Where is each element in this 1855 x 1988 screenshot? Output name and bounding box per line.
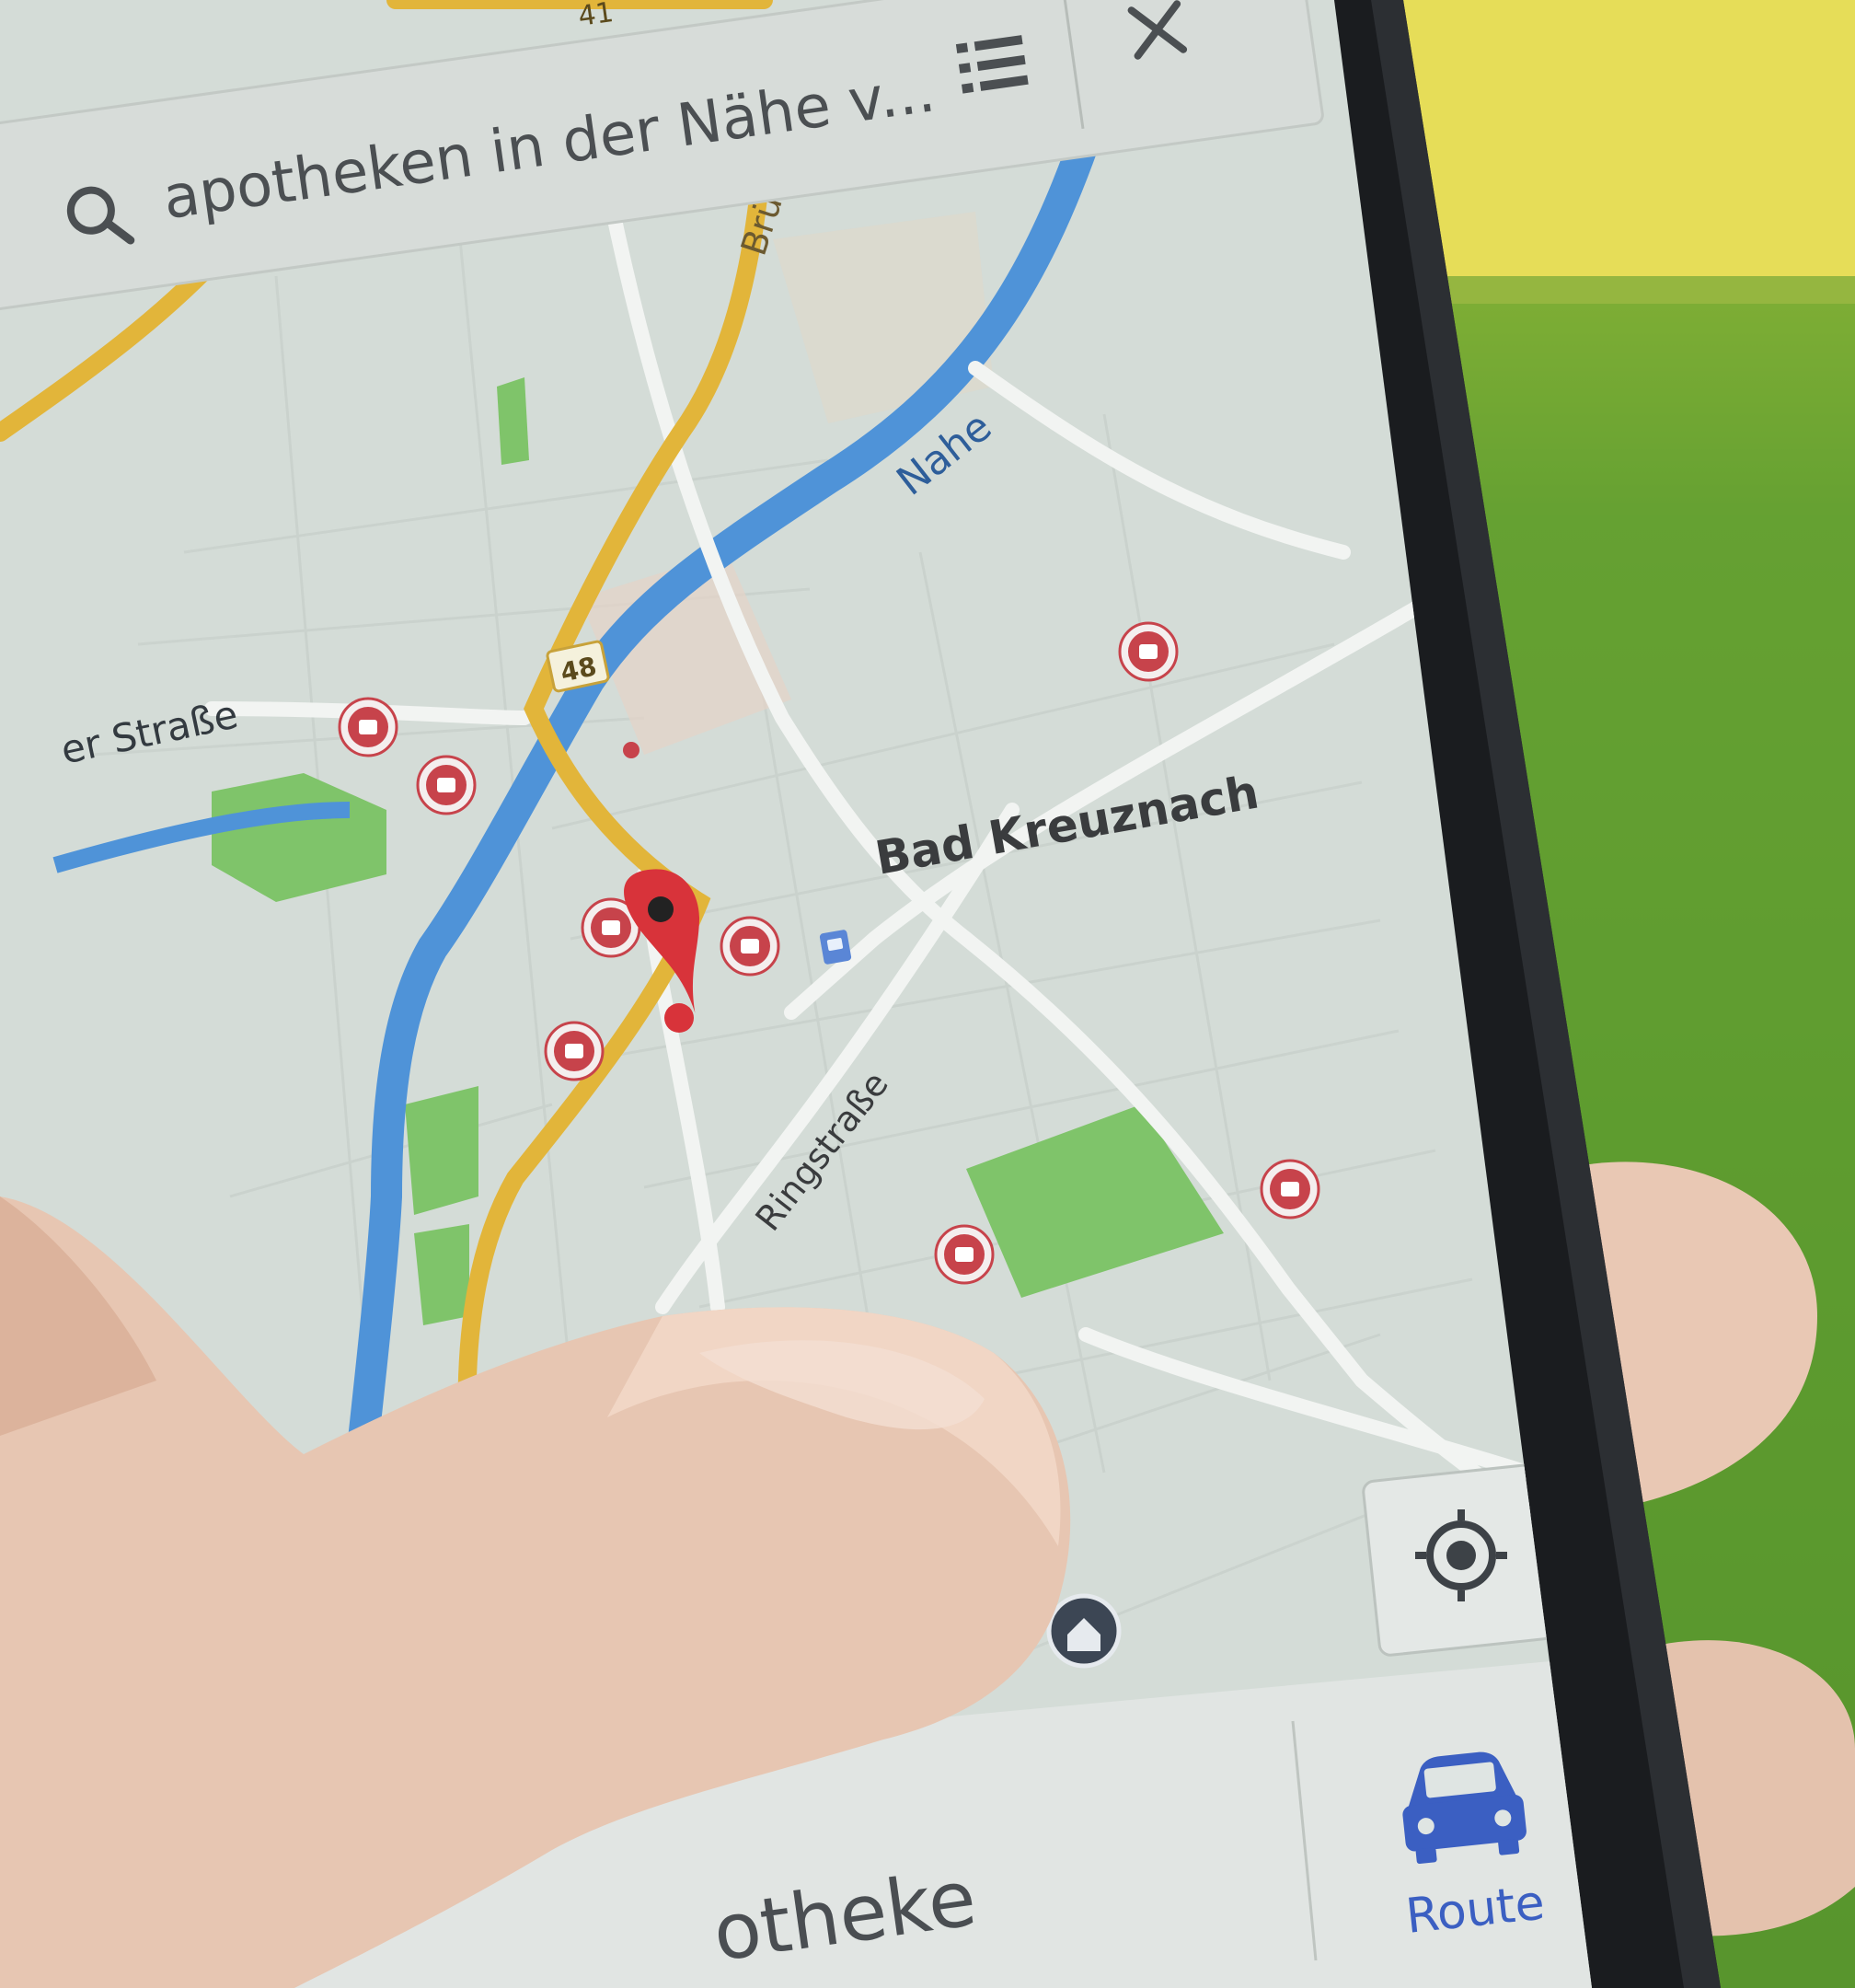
background-yellow (1380, 0, 1855, 304)
pharmacy-marker-icon[interactable] (416, 755, 477, 815)
photo-scene: 48 er Straße Brücke Nahe Bad Kreuznach R… (0, 0, 1855, 1988)
pharmacy-marker-icon[interactable] (720, 916, 780, 977)
road-41-label: 41 (576, 0, 616, 33)
transit-icon (819, 930, 852, 965)
pharmacy-marker-icon[interactable] (1260, 1159, 1320, 1219)
pharmacy-marker-icon[interactable] (338, 697, 398, 757)
pharmacy-marker-icon[interactable] (934, 1224, 995, 1285)
home-icon (1046, 1593, 1122, 1669)
my-location-button[interactable] (1362, 1463, 1555, 1657)
list-icon[interactable] (955, 35, 1029, 94)
pharmacy-marker-icon[interactable] (1118, 621, 1179, 682)
pharmacy-marker-icon[interactable] (544, 1021, 605, 1081)
